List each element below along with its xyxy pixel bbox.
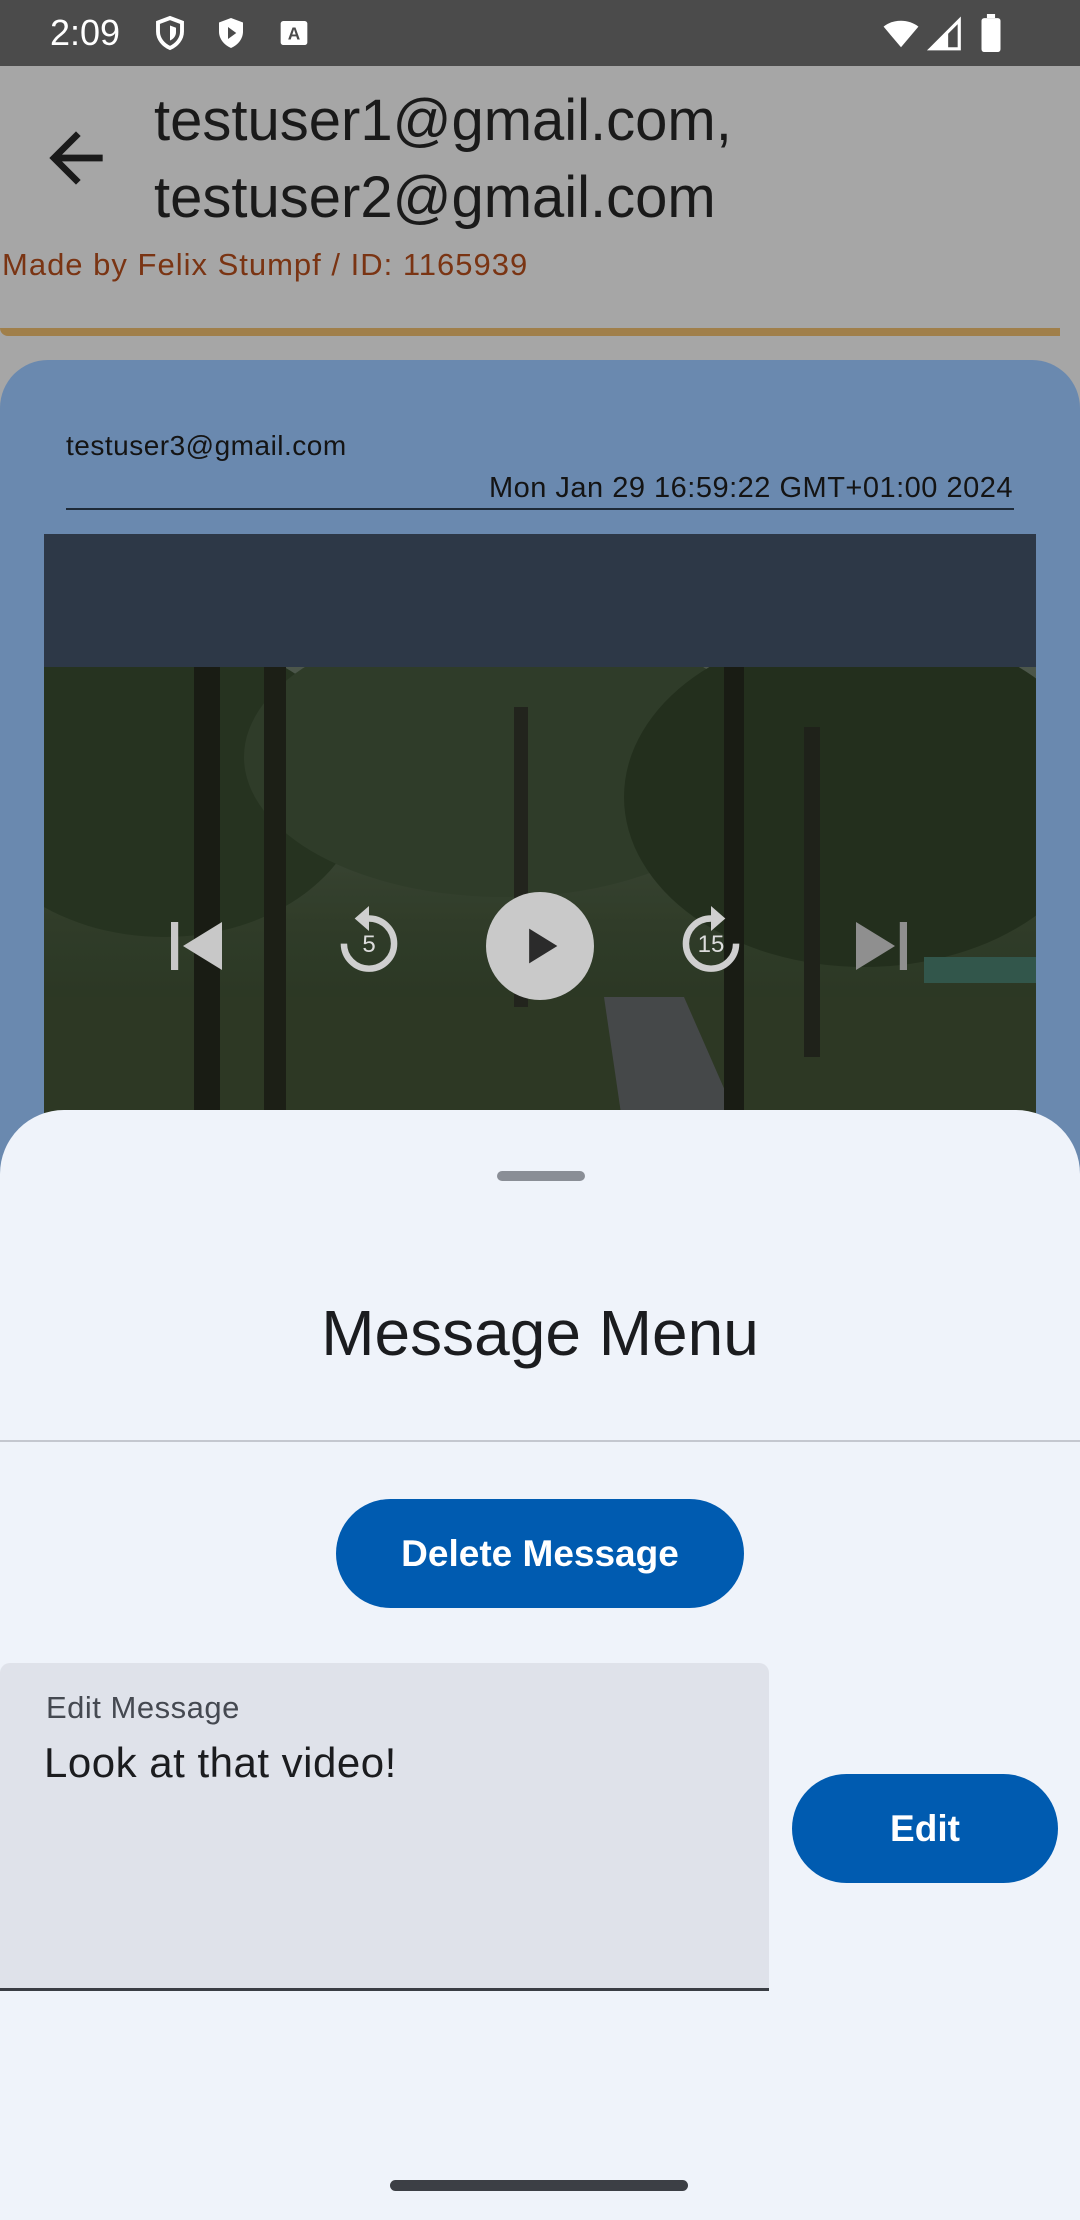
conversation-title: testuser1@gmail.com, testuser2@gmail.com <box>154 82 1034 236</box>
title-line-1: testuser1@gmail.com, <box>154 88 732 153</box>
svg-text:A: A <box>288 24 301 44</box>
status-bar: 2:09 A <box>0 0 1080 66</box>
sheet-divider <box>0 1440 1080 1442</box>
message-timestamp: Mon Jan 29 16:59:22 GMT+01:00 2024 <box>488 472 1013 504</box>
message-sender: testuser3@gmail.com <box>66 430 347 461</box>
forward-15-icon[interactable]: 15 <box>668 897 754 983</box>
keyboard-a-icon: A <box>280 21 308 45</box>
sheet-drag-handle[interactable] <box>497 1171 585 1181</box>
battery-icon <box>981 14 1001 52</box>
shield-icon <box>156 15 184 51</box>
edit-message-input[interactable]: Look at that video! <box>44 1739 397 1787</box>
edit-button[interactable]: Edit <box>792 1774 1058 1883</box>
edit-message-label: Edit Message <box>46 1690 240 1725</box>
skip-next-icon[interactable] <box>844 910 916 982</box>
play-protect-icon <box>219 18 243 48</box>
video-player[interactable]: 5 15 <box>44 534 1036 1134</box>
arrow-back-icon[interactable] <box>36 118 116 198</box>
author-credit: Made by Felix Stumpf / ID: 1165939 <box>2 247 529 282</box>
play-button[interactable] <box>486 892 594 1000</box>
skip-previous-icon[interactable] <box>162 910 234 982</box>
home-indicator[interactable] <box>390 2180 688 2191</box>
delete-message-button[interactable]: Delete Message <box>336 1499 744 1608</box>
message-divider <box>66 508 1014 510</box>
replay-seconds: 5 <box>362 931 376 958</box>
forward-seconds: 15 <box>697 931 725 958</box>
sheet-title: Message Menu <box>321 1297 759 1369</box>
play-icon <box>529 928 558 964</box>
header-divider <box>0 328 1060 336</box>
status-time: 2:09 <box>50 12 121 53</box>
replay-5-icon[interactable]: 5 <box>326 897 412 983</box>
wifi-icon <box>883 20 919 48</box>
signal-icon <box>926 16 961 51</box>
title-line-2: testuser2@gmail.com <box>154 165 716 230</box>
